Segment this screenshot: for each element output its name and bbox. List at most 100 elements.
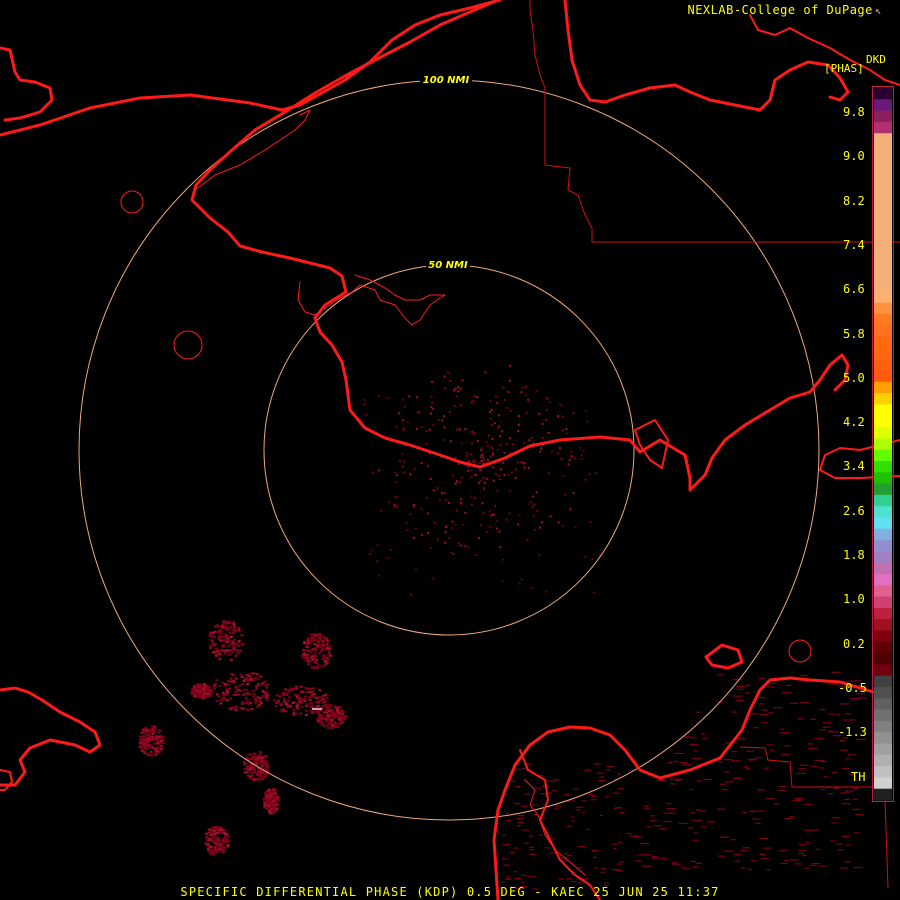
echo-cell (600, 814, 604, 817)
echo-cell (560, 458, 563, 461)
echo-cell (840, 749, 849, 751)
echo-cell (522, 462, 525, 465)
echo-cell (252, 690, 256, 692)
echo-cell (779, 850, 788, 852)
echo-cell (326, 723, 330, 726)
echo-cell (331, 724, 334, 727)
echo-cell (580, 454, 583, 457)
echo-cell (318, 689, 322, 692)
echo-cell (259, 772, 263, 775)
echo-cell (691, 866, 699, 868)
echo-cell (692, 819, 703, 821)
echo-cell (531, 506, 534, 509)
echo-cell (840, 792, 850, 794)
echo-cell (523, 442, 526, 444)
echo-cell (235, 705, 238, 708)
echo-cell (565, 432, 568, 435)
echo-cell (588, 473, 591, 475)
echo-cell (323, 716, 327, 719)
echo-cell (731, 711, 737, 713)
echo-cell (315, 697, 319, 700)
echo-cell (555, 805, 563, 807)
echo-cell (246, 699, 250, 702)
echo-cell (616, 869, 623, 872)
echo-cell (448, 411, 451, 413)
echo-cell (456, 480, 459, 483)
echo-cell (511, 443, 514, 446)
echo-cell (407, 421, 409, 423)
echo-cell (324, 693, 328, 696)
echo-cell (535, 390, 538, 392)
echo-cell (516, 461, 519, 464)
scale-swatch (874, 268, 892, 281)
echo-cell (747, 868, 753, 870)
echo-cell (239, 673, 243, 676)
echo-cell (297, 698, 301, 701)
echo-cell (259, 697, 262, 700)
echo-cell (811, 863, 821, 865)
echo-cell (548, 780, 556, 782)
echo-cell (802, 854, 807, 856)
echo-cell (208, 837, 212, 840)
echo-cell (702, 737, 709, 739)
echo-cell (591, 558, 594, 561)
echo-cell (663, 821, 672, 823)
echo-cell (212, 651, 215, 653)
echo-cell (215, 651, 218, 654)
echo-cell (393, 503, 396, 506)
echo-cell (513, 871, 517, 873)
scale-swatch (874, 619, 892, 632)
echo-cell (222, 636, 226, 639)
echo-cell (207, 685, 211, 688)
echo-cell (696, 809, 701, 811)
echo-cell (496, 401, 499, 404)
echo-cell (139, 744, 143, 747)
radar-map[interactable]: 100 NMI 50 NMI (0, 0, 900, 900)
echo-cell (454, 405, 457, 408)
echo-cell (304, 709, 308, 712)
scale-swatch (874, 483, 892, 496)
scale-swatch (874, 528, 892, 541)
echo-cell (402, 419, 405, 422)
echo-cell (472, 399, 475, 402)
echo-cell (304, 714, 308, 716)
echo-cell (496, 448, 499, 451)
echo-cell (268, 794, 271, 797)
echo-cell (691, 744, 699, 746)
echo-cell (309, 640, 313, 643)
echo-cell (213, 630, 217, 633)
echo-cell (321, 640, 325, 643)
echo-cell (839, 740, 845, 742)
scale-swatch (874, 246, 892, 259)
echo-cell (217, 850, 221, 853)
echo-cell (237, 693, 241, 696)
echo-cell (230, 651, 234, 654)
echo-cell (313, 661, 317, 664)
echo-cell (157, 731, 161, 734)
echo-cell (449, 380, 452, 383)
echo-cell (797, 718, 805, 720)
echo-cell (377, 395, 380, 397)
echo-cell (506, 876, 510, 878)
echo-cell (255, 673, 259, 676)
echo-cell (854, 832, 860, 834)
echo-cell (820, 788, 826, 790)
echo-cell (565, 428, 568, 430)
echo-cell (210, 848, 214, 851)
echo-cell (276, 694, 280, 697)
scale-label: 9.8 (843, 105, 865, 119)
echo-cell (693, 750, 698, 752)
scale-label: 8.2 (843, 193, 865, 208)
echo-cell (734, 860, 741, 862)
echo-cell (490, 424, 493, 426)
echo-cell (232, 644, 236, 647)
echo-cell (440, 492, 443, 495)
echo-cell (409, 513, 412, 515)
echo-cell (214, 625, 218, 628)
scale-swatch (874, 370, 892, 383)
echo-cell (798, 768, 807, 770)
product-code: DKD (866, 53, 886, 66)
echo-cell (844, 798, 851, 800)
scale-swatch (874, 698, 892, 711)
credit-arrow-icon[interactable]: ↖ (875, 4, 882, 17)
